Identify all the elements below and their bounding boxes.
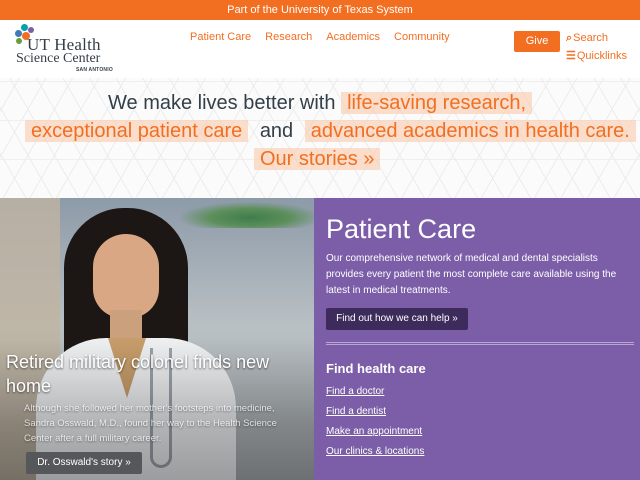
hero-line-2: exceptional patient care and advanced ac… bbox=[25, 120, 636, 143]
clinics-locations-link[interactable]: Our clinics & locations bbox=[326, 446, 424, 457]
hero-line-1: We make lives better with life-saving re… bbox=[108, 92, 533, 115]
hero-line-3: Our stories » bbox=[254, 148, 381, 171]
search-icon: ⌕ bbox=[566, 32, 573, 44]
hero-banner: We make lives better with life-saving re… bbox=[0, 78, 640, 198]
list-item: Our clinics & locations bbox=[326, 446, 424, 466]
story-title[interactable]: Retired military colonel finds new home bbox=[6, 350, 306, 398]
make-appointment-link[interactable]: Make an appointment bbox=[326, 426, 422, 437]
logo-text-location: San Antonio bbox=[76, 67, 113, 73]
our-stories-link[interactable]: Our stories » bbox=[254, 148, 381, 170]
story-photo-plant bbox=[180, 202, 314, 228]
patient-care-panel: Patient Care Our comprehensive network o… bbox=[314, 198, 640, 480]
nav-item-patient-care[interactable]: Patient Care bbox=[190, 31, 251, 43]
hero-lead-text: We make lives better with bbox=[108, 92, 336, 114]
site-header: UT Health Science Center San Antonio Pat… bbox=[0, 20, 640, 78]
main-nav: Patient Care Research Academics Communit… bbox=[190, 31, 450, 43]
list-item: Make an appointment bbox=[326, 426, 424, 446]
give-button[interactable]: Give bbox=[514, 31, 560, 52]
patient-care-title: Patient Care bbox=[326, 214, 477, 244]
search-link[interactable]: ⌕Search bbox=[566, 32, 608, 45]
find-out-how-button[interactable]: Find out how we can help » bbox=[326, 308, 468, 330]
feature-story: Retired military colonel finds new home … bbox=[0, 198, 314, 480]
story-button[interactable]: Dr. Osswald's story » bbox=[26, 452, 142, 474]
hero-academics-link[interactable]: advanced academics in health care. bbox=[304, 120, 636, 142]
site-logo[interactable]: UT Health Science Center San Antonio bbox=[14, 24, 124, 74]
hero-connector-text: and bbox=[259, 120, 294, 142]
hero-patient-care-link[interactable]: exceptional patient care bbox=[25, 120, 249, 142]
story-summary: Although she followed her mother's foots… bbox=[24, 403, 277, 444]
divider bbox=[326, 342, 634, 345]
list-item: Find a doctor bbox=[326, 386, 424, 406]
quicklinks-label: Quicklinks bbox=[576, 50, 627, 62]
find-dentist-link[interactable]: Find a dentist bbox=[326, 406, 386, 417]
logo-text-secondary: Science Center bbox=[16, 51, 101, 66]
patient-care-description: Our comprehensive network of medical and… bbox=[326, 253, 617, 296]
nav-item-research[interactable]: Research bbox=[265, 31, 312, 43]
list-item: Find a dentist bbox=[326, 406, 424, 426]
find-doctor-link[interactable]: Find a doctor bbox=[326, 386, 384, 397]
menu-icon: ☰ bbox=[566, 50, 576, 62]
health-care-links: Find a doctor Find a dentist Make an app… bbox=[326, 386, 424, 466]
system-banner[interactable]: Part of the University of Texas System bbox=[0, 0, 640, 20]
nav-item-academics[interactable]: Academics bbox=[326, 31, 380, 43]
nav-item-community[interactable]: Community bbox=[394, 31, 450, 43]
search-label: Search bbox=[573, 32, 609, 44]
system-banner-text[interactable]: Part of the University of Texas System bbox=[227, 4, 413, 16]
quicklinks-link[interactable]: ☰Quicklinks bbox=[566, 49, 627, 62]
hero-research-link[interactable]: life-saving research, bbox=[341, 92, 533, 114]
find-health-care-heading: Find health care bbox=[326, 361, 426, 376]
